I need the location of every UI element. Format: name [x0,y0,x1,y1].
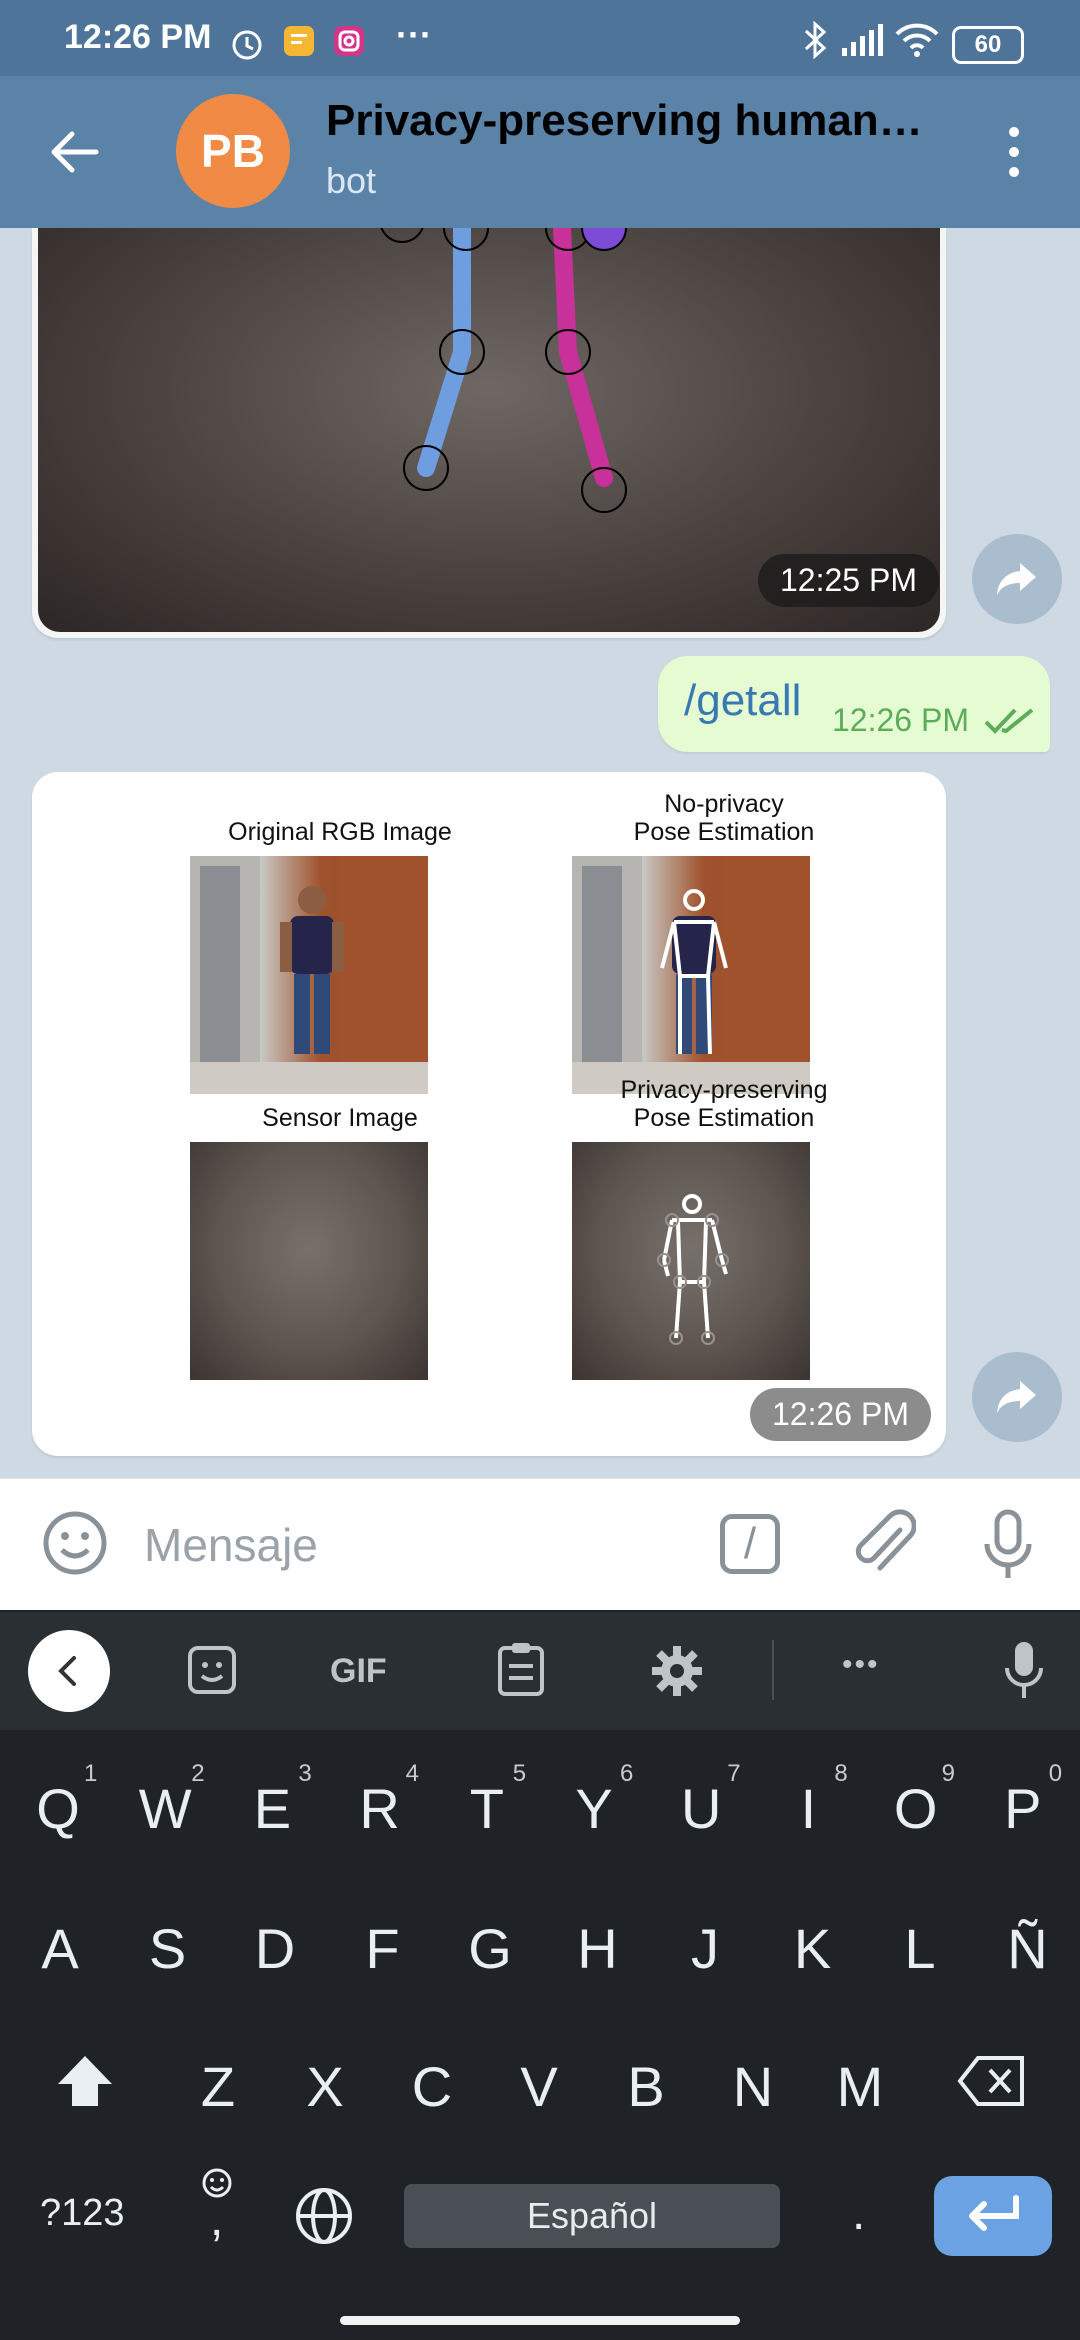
chat-title[interactable]: Privacy-preserving human… [326,96,923,146]
space-key[interactable]: Español [404,2184,780,2248]
home-indicator [340,2316,740,2325]
instagram-icon [334,26,364,56]
chat-subtitle: bot [326,160,377,201]
forward-icon [997,563,1036,595]
toolbar-divider [772,1640,774,1700]
key-s[interactable]: S [114,1916,222,1981]
backspace-icon[interactable] [956,2054,1028,2108]
original-rgb-image [190,856,428,1094]
voice-input-icon[interactable] [1004,1640,1044,1700]
key-b[interactable]: B [592,2054,700,2119]
keyboard-row-2: ASDFGHJKLÑ [0,1880,1080,2000]
forward-button[interactable] [972,534,1062,624]
enter-key[interactable] [934,2176,1052,2256]
wifi-icon [895,23,939,57]
caption-privacy-line1: Privacy-preserving [620,1076,828,1104]
bluetooth-icon [804,20,827,60]
key-hint-0: 0 [1048,1760,1063,1787]
notes-app-icon [284,26,314,56]
caption-no-privacy-line1: No-privacy [664,790,784,818]
key-hint-4: 4 [405,1760,419,1787]
caption-no-privacy-line2: Pose Estimation [633,818,815,846]
key-k[interactable]: K [759,1916,867,1981]
pose-overlay-graphic [572,856,810,1094]
key-c[interactable]: C [378,2054,486,2119]
back-arrow-icon[interactable] [48,128,102,176]
battery-level: 60 [974,31,1002,58]
attach-icon[interactable] [852,1508,916,1580]
symbols-key[interactable]: ?123 [40,2192,125,2235]
incoming-photo-time: 12:25 PM [758,554,939,607]
more-tools-button[interactable]: ••• [842,1648,880,1682]
key-hint-5: 5 [512,1760,527,1787]
key-hint-7: 7 [727,1760,741,1787]
forward-button-result[interactable] [972,1352,1062,1442]
result-image-message[interactable]: Original RGB Image No-privacy Pose Estim… [32,772,946,1456]
privacy-skeleton-graphic [657,1194,729,1345]
avatar-initials: PB [201,125,265,177]
enter-arrow-icon [969,2195,1019,2231]
keyboard-row-1: Q1W2E3R4T5Y6U7I8O9P0 [0,1740,1080,1860]
key-f[interactable]: F [329,1916,437,1981]
caption-sensor-image: Sensor Image [262,1104,418,1132]
key-g[interactable]: G [436,1916,544,1981]
row1-keys: Q1W2E3R4T5Y6U7I8O9P0 [4,1740,1076,1860]
outgoing-message[interactable]: /getall 12:26 PM [658,656,1050,752]
battery-icon: 60 [952,26,1024,64]
more-notifications-icon: ··· [396,14,432,55]
forward-icon [997,1381,1036,1413]
overflow-menu-icon[interactable] [1004,124,1024,180]
space-key-label: Español [526,2195,658,2236]
comma-key[interactable]: , [210,2192,223,2247]
person-photo-graphic [190,856,428,1094]
message-input[interactable]: Mensaje [144,1518,318,1572]
key-hint-9: 9 [941,1760,955,1787]
key-a[interactable]: A [6,1916,114,1981]
key-m[interactable]: M [806,2054,914,2119]
globe-icon[interactable] [294,2186,354,2246]
bot-commands-button[interactable]: / [720,1514,780,1574]
status-bar: 12:26 PM ··· 60 [0,0,1080,76]
key-hint-1: 1 [84,1760,98,1787]
gif-button[interactable]: GIF [330,1652,387,1691]
double-check-icon [984,708,1034,734]
no-privacy-pose-image [572,856,810,1094]
pose-photo[interactable]: 12:25 PM [38,228,940,632]
status-time: 12:26 PM [64,18,212,56]
key-n[interactable]: N [699,2054,807,2119]
emoji-icon[interactable] [40,1508,110,1578]
key-hint-8: 8 [834,1760,848,1787]
privacy-preserving-pose-image [572,1142,810,1380]
key-enye[interactable]: Ñ [974,1916,1080,1981]
outgoing-command-text[interactable]: /getall [684,676,801,726]
sensor-image [190,1142,428,1380]
key-d[interactable]: D [221,1916,329,1981]
signal-icon [842,24,883,56]
key-x[interactable]: X [271,2054,379,2119]
key-hint-3: 3 [298,1760,312,1787]
chevron-left-icon [58,1656,76,1686]
caption-privacy-line2: Pose Estimation [633,1104,815,1132]
keyboard-row-3: ZXCVBNM [0,2020,1080,2140]
slash-icon: / [743,1519,757,1568]
key-l[interactable]: L [866,1916,974,1981]
keyboard-collapse-button[interactable] [28,1630,110,1712]
caption-original-rgb: Original RGB Image [228,818,452,846]
key-v[interactable]: V [485,2054,593,2119]
key-j[interactable]: J [651,1916,759,1981]
key-hint-6: 6 [620,1760,634,1787]
clipboard-icon[interactable] [496,1640,546,1698]
result-message-time: 12:26 PM [750,1388,931,1441]
period-key[interactable]: . [852,2186,865,2241]
microphone-icon[interactable] [980,1508,1036,1582]
bot-avatar[interactable]: PB [176,94,290,208]
key-hint-2: 2 [191,1760,205,1787]
incoming-photo-message[interactable]: 12:25 PM [32,228,946,638]
alarm-icon [232,30,262,60]
sticker-icon[interactable] [186,1644,238,1696]
settings-gear-icon[interactable] [650,1644,704,1698]
outgoing-time: 12:26 PM [832,702,969,738]
key-z[interactable]: Z [164,2054,272,2119]
key-h[interactable]: H [544,1916,652,1981]
